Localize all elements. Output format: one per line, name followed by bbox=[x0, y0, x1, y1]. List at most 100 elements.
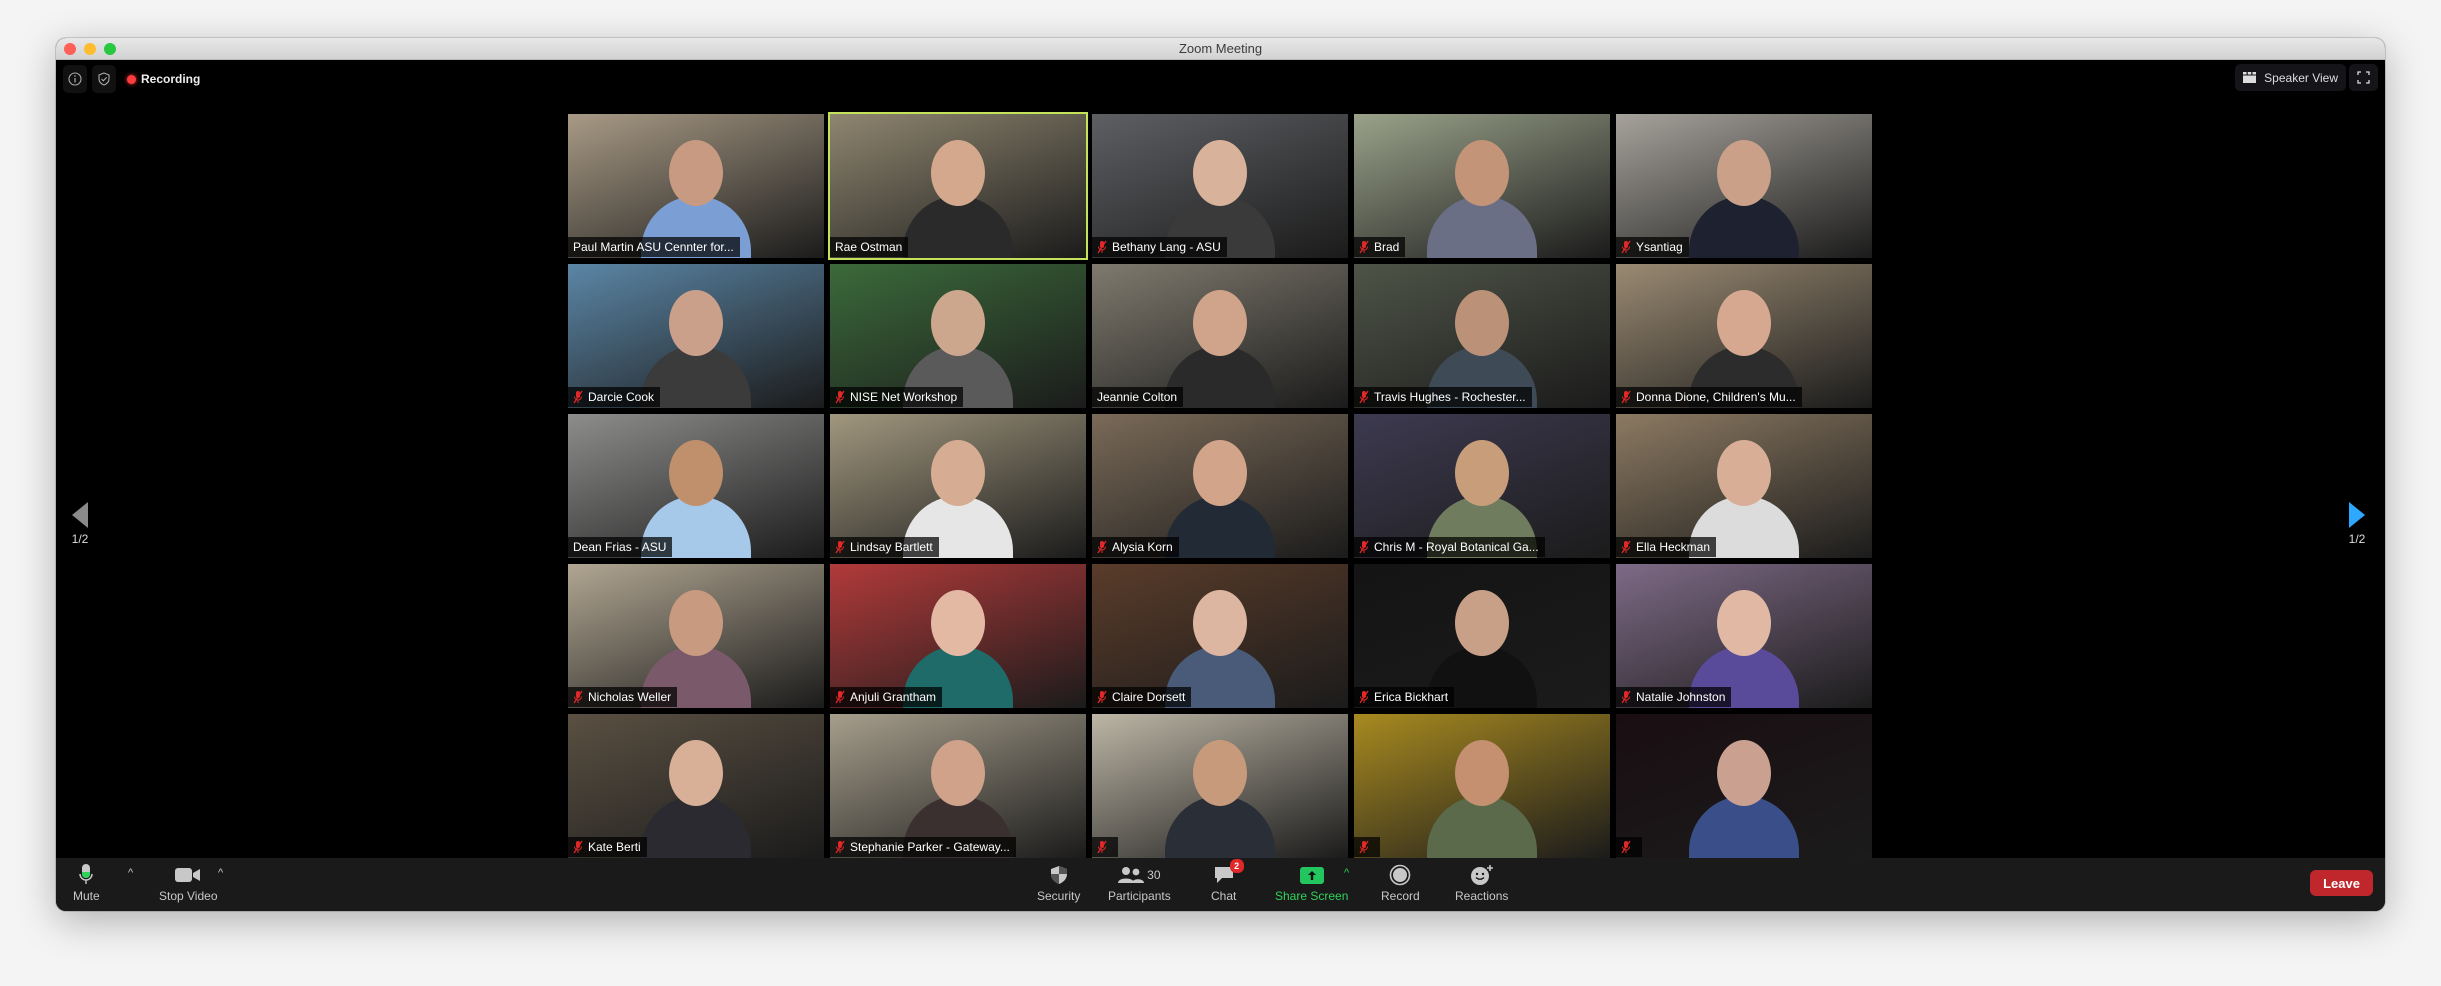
stop-video-button[interactable]: Stop Video bbox=[159, 862, 218, 903]
participant-tile[interactable]: NISE Net Workshop bbox=[830, 264, 1086, 408]
name-tag: Ysantiag bbox=[1616, 237, 1689, 257]
participant-tile[interactable]: Dean Frias - ASU bbox=[568, 414, 824, 558]
participant-face bbox=[931, 290, 985, 356]
fullscreen-button[interactable] bbox=[2349, 64, 2378, 91]
mute-button[interactable]: Mute bbox=[73, 862, 100, 903]
reactions-button[interactable]: Reactions bbox=[1455, 862, 1508, 903]
window-controls bbox=[64, 43, 116, 55]
speaker-view-button[interactable]: Speaker View bbox=[2235, 64, 2346, 91]
participant-tile[interactable]: Ysantiag bbox=[1616, 114, 1872, 258]
encryption-button[interactable] bbox=[92, 65, 116, 93]
participant-tile[interactable]: Travis Hughes - Rochester... bbox=[1354, 264, 1610, 408]
chat-button[interactable]: 2 Chat bbox=[1211, 859, 1244, 903]
muted-mic-icon bbox=[1359, 840, 1369, 854]
participant-tile[interactable]: Alysia Korn bbox=[1092, 414, 1348, 558]
participant-tile[interactable]: Donna Dione, Children's Mu... bbox=[1616, 264, 1872, 408]
muted-mic-icon bbox=[1097, 240, 1107, 254]
video-camera-icon bbox=[175, 868, 201, 882]
participant-tile[interactable]: Stephanie Parker - Gateway... bbox=[830, 714, 1086, 858]
participant-tile[interactable]: Lindsay Bartlett bbox=[830, 414, 1086, 558]
muted-mic-icon bbox=[1359, 240, 1369, 254]
name-tag: Lindsay Bartlett bbox=[830, 537, 939, 557]
participant-tile[interactable]: Nicholas Weller bbox=[568, 564, 824, 708]
participant-tile[interactable]: Rae Ostman bbox=[828, 112, 1088, 260]
participant-face bbox=[1455, 290, 1509, 356]
muted-mic-icon bbox=[835, 690, 845, 704]
triangle-right-icon bbox=[2349, 502, 2365, 528]
meeting-info-bar: Recording bbox=[63, 65, 200, 93]
participant-tile[interactable]: Paul Martin ASU Cennter for... bbox=[568, 114, 824, 258]
participant-name: Kate Berti bbox=[588, 840, 641, 854]
participant-face bbox=[1717, 140, 1771, 206]
participants-label: Participants bbox=[1108, 889, 1171, 903]
audio-options-caret-icon[interactable]: ^ bbox=[128, 867, 133, 879]
recording-indicator[interactable]: Recording bbox=[127, 72, 200, 86]
close-window-button[interactable] bbox=[64, 43, 76, 55]
name-tag: Ella Heckman bbox=[1616, 537, 1717, 557]
participant-tile[interactable] bbox=[1616, 714, 1872, 858]
participant-tile[interactable]: Claire Dorsett bbox=[1092, 564, 1348, 708]
stop-video-label: Stop Video bbox=[159, 889, 218, 903]
participant-tile[interactable]: Anjuli Grantham bbox=[830, 564, 1086, 708]
title-bar: Zoom Meeting bbox=[56, 38, 2385, 60]
share-options-caret-icon[interactable]: ^ bbox=[1344, 867, 1349, 879]
participant-tile[interactable]: Darcie Cook bbox=[568, 264, 824, 408]
minimize-window-button[interactable] bbox=[84, 43, 96, 55]
participant-face bbox=[931, 140, 985, 206]
meeting-info-button[interactable] bbox=[63, 65, 87, 93]
participant-name: Anjuli Grantham bbox=[850, 690, 937, 704]
previous-page-button[interactable]: 1/2 bbox=[60, 502, 100, 546]
participant-tile[interactable]: Ella Heckman bbox=[1616, 414, 1872, 558]
participant-tile[interactable]: Natalie Johnston bbox=[1616, 564, 1872, 708]
participant-tile[interactable]: Chris M - Royal Botanical Ga... bbox=[1354, 414, 1610, 558]
chat-unread-badge: 2 bbox=[1229, 859, 1244, 873]
muted-mic-icon bbox=[1359, 690, 1369, 704]
participant-name: Stephanie Parker - Gateway... bbox=[850, 840, 1010, 854]
muted-mic-icon bbox=[1359, 390, 1369, 404]
participant-tile[interactable]: Erica Bickhart bbox=[1354, 564, 1610, 708]
participants-count: 30 bbox=[1147, 868, 1161, 882]
muted-mic-icon bbox=[1359, 540, 1369, 554]
participant-name: Bethany Lang - ASU bbox=[1112, 240, 1221, 254]
page-indicator-left: 1/2 bbox=[71, 532, 89, 546]
name-tag: Travis Hughes - Rochester... bbox=[1354, 387, 1532, 407]
participants-button[interactable]: 30 Participants bbox=[1108, 862, 1171, 903]
share-screen-button[interactable]: Share Screen bbox=[1275, 862, 1348, 903]
name-tag: Brad bbox=[1354, 237, 1406, 257]
maximize-window-button[interactable] bbox=[104, 43, 116, 55]
participant-face bbox=[931, 740, 985, 806]
participant-tile[interactable] bbox=[1092, 714, 1348, 858]
video-options-caret-icon[interactable]: ^ bbox=[218, 867, 223, 879]
participant-tile[interactable]: Jeannie Colton bbox=[1092, 264, 1348, 408]
leave-button[interactable]: Leave bbox=[2310, 870, 2373, 896]
security-shield-icon bbox=[1050, 866, 1067, 884]
muted-mic-icon bbox=[1621, 540, 1631, 554]
muted-mic-icon bbox=[573, 690, 583, 704]
participant-face bbox=[1455, 590, 1509, 656]
participant-name: NISE Net Workshop bbox=[850, 390, 958, 404]
participants-icon bbox=[1118, 867, 1145, 883]
meeting-toolbar: Mute ^ Stop Video ^ Security 30 Particip… bbox=[56, 858, 2385, 911]
participant-name: Nicholas Weller bbox=[588, 690, 672, 704]
participant-face bbox=[1193, 440, 1247, 506]
name-tag: Anjuli Grantham bbox=[830, 687, 943, 707]
muted-mic-icon bbox=[573, 840, 583, 854]
muted-mic-icon bbox=[1097, 540, 1107, 554]
participant-face bbox=[1717, 290, 1771, 356]
participant-name: Alysia Korn bbox=[1112, 540, 1173, 554]
reactions-smiley-icon bbox=[1470, 865, 1493, 885]
security-button[interactable]: Security bbox=[1037, 862, 1080, 903]
view-controls: Speaker View bbox=[2235, 64, 2378, 91]
participant-tile[interactable]: Kate Berti bbox=[568, 714, 824, 858]
participant-tile[interactable]: Bethany Lang - ASU bbox=[1092, 114, 1348, 258]
record-button[interactable]: Record bbox=[1381, 862, 1420, 903]
participant-name: Brad bbox=[1374, 240, 1400, 254]
muted-mic-icon bbox=[1097, 690, 1107, 704]
participant-face bbox=[931, 440, 985, 506]
participant-face bbox=[1455, 440, 1509, 506]
participant-tile[interactable]: Brad bbox=[1354, 114, 1610, 258]
muted-mic-icon bbox=[835, 390, 845, 404]
next-page-button[interactable]: 1/2 bbox=[2337, 502, 2377, 546]
participant-face bbox=[669, 140, 723, 206]
participant-tile[interactable] bbox=[1354, 714, 1610, 858]
